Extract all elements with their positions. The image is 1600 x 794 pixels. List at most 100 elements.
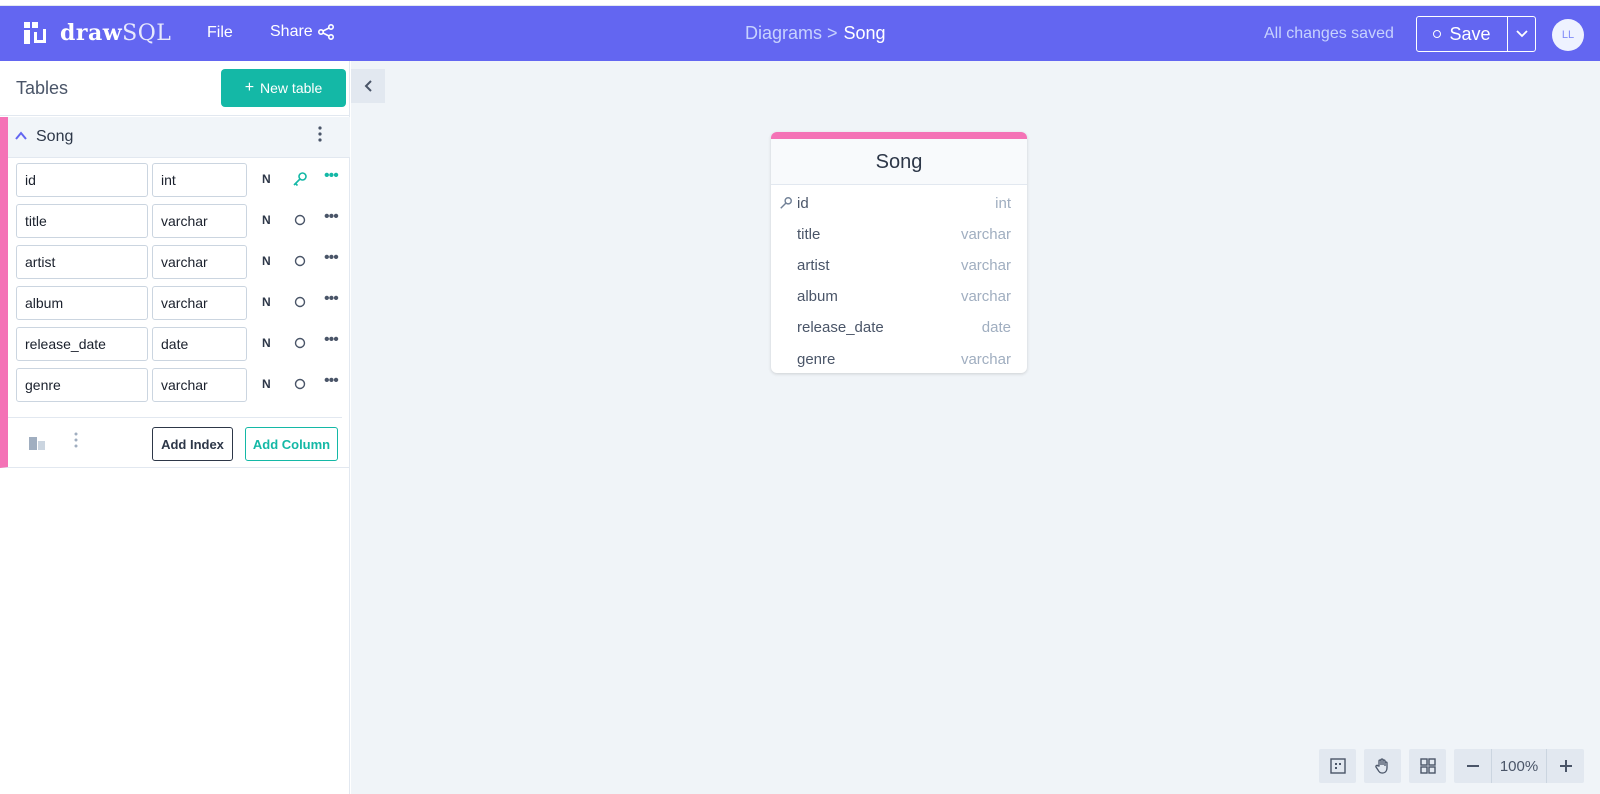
avatar[interactable]: LL — [1552, 19, 1584, 51]
er-column-type: varchar — [960, 351, 1011, 368]
er-table-row[interactable]: genre varchar — [771, 346, 1027, 374]
more-horizontal-icon[interactable]: ••• — [324, 167, 339, 185]
nullable-toggle[interactable]: N — [262, 254, 271, 268]
circle-icon[interactable] — [292, 294, 308, 310]
er-column-name: genre — [797, 351, 836, 368]
er-table-row[interactable]: id int — [771, 190, 1027, 218]
breadcrumb-diagrams[interactable]: Diagrams > — [745, 23, 838, 44]
pan-tool-button[interactable] — [1364, 749, 1401, 783]
new-table-label: New table — [260, 80, 323, 96]
column-name-input[interactable]: title — [16, 204, 148, 238]
column-row: artist varchar N ••• — [16, 245, 350, 279]
save-dropdown-button[interactable] — [1508, 17, 1535, 51]
er-column-type: varchar — [960, 257, 1011, 274]
column-name-input[interactable]: id — [16, 163, 148, 197]
share-icon — [317, 23, 334, 41]
logo[interactable]: drawSQL — [22, 20, 171, 46]
key-icon — [779, 196, 793, 210]
table-name[interactable]: Song — [36, 128, 73, 146]
er-column-type: date — [981, 319, 1011, 336]
er-table-title: Song — [771, 139, 1027, 185]
nullable-toggle[interactable]: N — [262, 172, 271, 186]
nullable-toggle[interactable]: N — [262, 336, 271, 350]
column-type-select[interactable]: varchar — [152, 368, 247, 402]
select-icon — [1329, 758, 1346, 774]
app-header: drawSQL File Share Diagrams > Song All c… — [0, 6, 1600, 61]
er-table-row[interactable]: artist varchar — [771, 252, 1027, 280]
column-type-select[interactable]: varchar — [152, 286, 247, 320]
logo-wordmark: drawSQL — [60, 20, 172, 46]
file-menu[interactable]: File — [207, 24, 233, 42]
more-vertical-icon[interactable] — [74, 432, 78, 453]
add-column-button[interactable]: Add Column — [245, 427, 338, 461]
new-table-button[interactable]: + New table — [221, 69, 346, 107]
zoom-controls: 100% — [1454, 749, 1584, 783]
circle-icon[interactable] — [292, 212, 308, 228]
zoom-level[interactable]: 100% — [1491, 749, 1547, 783]
sidebar-title: Tables — [16, 78, 69, 98]
hand-icon — [1374, 758, 1388, 774]
er-column-name: artist — [797, 257, 830, 274]
add-index-button[interactable]: Add Index — [152, 427, 233, 461]
minus-icon — [1466, 765, 1479, 767]
column-row: release_date date N ••• — [16, 327, 350, 361]
circle-icon[interactable] — [292, 376, 308, 392]
more-horizontal-icon[interactable]: ••• — [324, 249, 339, 267]
er-column-name: title — [797, 226, 821, 243]
more-horizontal-icon[interactable]: ••• — [324, 372, 339, 390]
collapse-sidebar-button[interactable] — [351, 69, 385, 103]
er-column-type: int — [995, 195, 1011, 212]
column-type-select[interactable]: date — [152, 327, 247, 361]
er-table-row[interactable]: release_date date — [771, 314, 1027, 342]
key-icon[interactable] — [292, 171, 308, 187]
column-name-input[interactable]: artist — [16, 245, 148, 279]
column-type-select[interactable]: varchar — [152, 204, 247, 238]
more-horizontal-icon[interactable]: ••• — [324, 290, 339, 308]
comment-icon[interactable] — [28, 436, 46, 452]
share-label: Share — [270, 23, 313, 40]
nullable-toggle[interactable]: N — [262, 377, 271, 391]
column-name-input[interactable]: release_date — [16, 327, 148, 361]
sidebar: Tables + New table Song id int N ••• tit — [0, 61, 350, 794]
grid-icon — [1419, 758, 1436, 774]
er-column-name: album — [797, 288, 838, 305]
er-table-row[interactable]: album varchar — [771, 283, 1027, 311]
zoom-in-button[interactable] — [1547, 749, 1584, 783]
nullable-toggle[interactable]: N — [262, 295, 271, 309]
chevron-up-icon[interactable] — [15, 128, 27, 144]
column-type-select[interactable]: int — [152, 163, 247, 197]
column-name-input[interactable]: genre — [16, 368, 148, 402]
zoom-out-button[interactable] — [1454, 749, 1491, 783]
diagram-canvas[interactable]: Song id int title varchar artist varchar… — [351, 61, 1600, 794]
er-table-song[interactable]: Song id int title varchar artist varchar… — [771, 132, 1027, 373]
save-status: All changes saved — [1264, 25, 1394, 42]
more-vertical-icon[interactable] — [318, 126, 322, 147]
er-column-name: release_date — [797, 319, 884, 336]
column-row: title varchar N ••• — [16, 204, 350, 238]
more-horizontal-icon[interactable]: ••• — [324, 208, 339, 226]
er-column-name: id — [797, 195, 809, 212]
canvas-toolbar: 100% — [1319, 749, 1584, 783]
more-horizontal-icon[interactable]: ••• — [324, 331, 339, 349]
er-table-row[interactable]: title varchar — [771, 221, 1027, 249]
column-row: genre varchar N ••• — [16, 368, 350, 402]
circle-icon[interactable] — [292, 253, 308, 269]
save-label: Save — [1449, 23, 1491, 44]
select-tool-button[interactable] — [1319, 749, 1356, 783]
nullable-toggle[interactable]: N — [262, 213, 271, 227]
breadcrumb: Diagrams > Song — [745, 23, 886, 44]
plus-icon: + — [244, 79, 255, 96]
share-menu[interactable]: Share — [270, 23, 335, 41]
er-column-type: varchar — [960, 288, 1011, 305]
column-type-select[interactable]: varchar — [152, 245, 247, 279]
grid-toggle-button[interactable] — [1409, 749, 1446, 783]
save-button[interactable]: Save — [1417, 17, 1508, 51]
column-name-input[interactable]: album — [16, 286, 148, 320]
breadcrumb-current[interactable]: Song — [844, 23, 886, 44]
table-footer: Add Index Add Column — [8, 417, 342, 467]
table-header[interactable]: Song — [8, 117, 350, 158]
chevron-down-icon — [1515, 30, 1528, 38]
column-row: album varchar N ••• — [16, 286, 350, 320]
circle-icon — [1433, 30, 1442, 38]
circle-icon[interactable] — [292, 335, 308, 351]
